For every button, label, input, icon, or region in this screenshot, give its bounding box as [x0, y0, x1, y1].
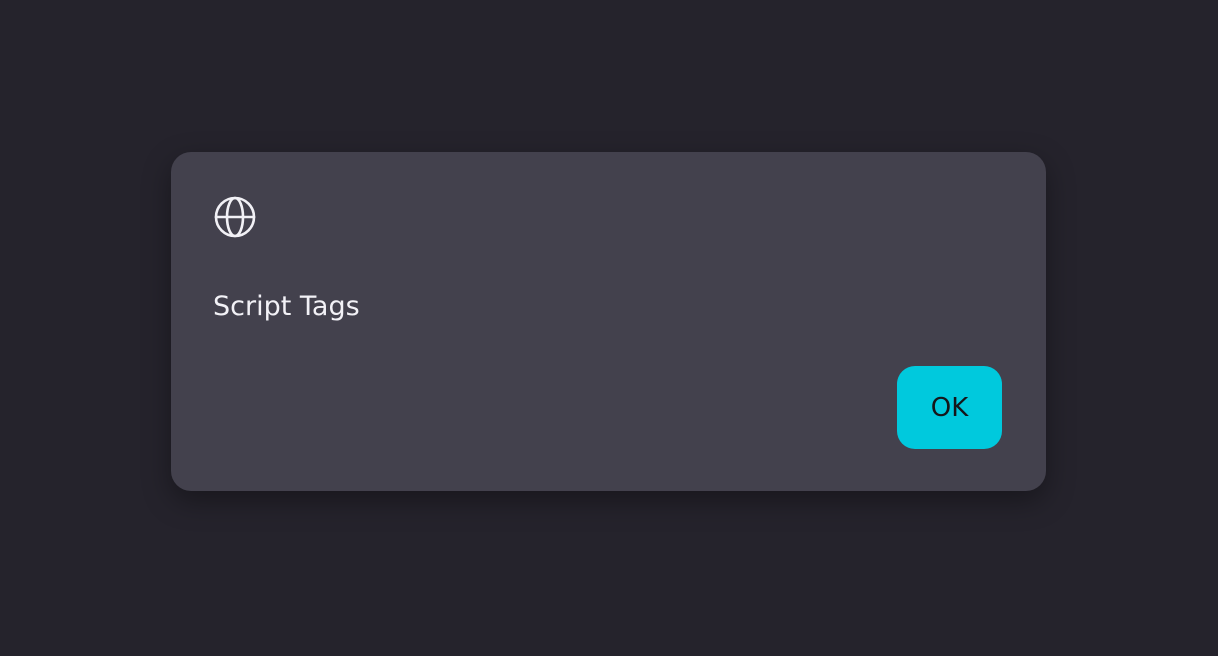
globe-icon [213, 195, 257, 239]
dialog-message: Script Tags [213, 291, 360, 322]
alert-dialog: Script Tags OK [171, 152, 1046, 491]
ok-button[interactable]: OK [897, 366, 1002, 449]
